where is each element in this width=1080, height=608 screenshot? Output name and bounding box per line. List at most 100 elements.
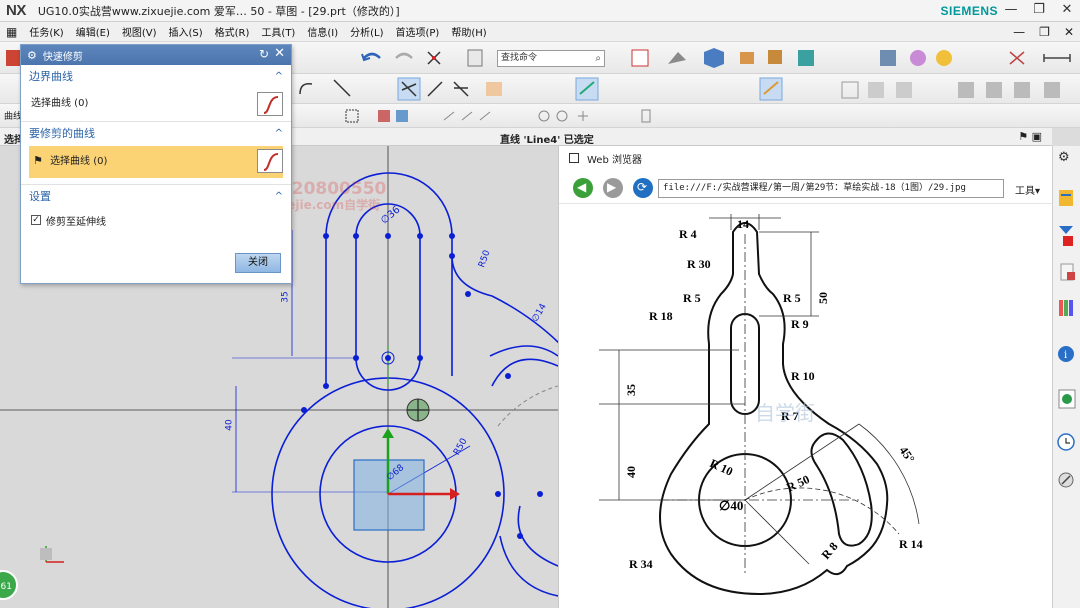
process-studio-icon[interactable] (1058, 472, 1074, 488)
constraint-navigator-icon[interactable] (1059, 226, 1073, 246)
chevron-up-icon[interactable]: ^ (275, 65, 283, 89)
box-select-icon[interactable] (345, 109, 359, 123)
lower-arc[interactable] (517, 505, 558, 567)
fit-view-icon[interactable] (631, 49, 649, 67)
stack-icon[interactable] (880, 50, 896, 66)
dim-40-label[interactable]: 40 (225, 419, 235, 430)
panel-pin-icon[interactable] (569, 153, 579, 163)
start-flag-icon[interactable] (6, 50, 20, 66)
settings-gear-icon[interactable]: ⚙ (1058, 150, 1070, 165)
r8-arc[interactable] (499, 535, 558, 597)
select-body-icon[interactable] (378, 110, 390, 122)
offset-curve-icon[interactable] (841, 81, 859, 99)
minimize-button[interactable]: — (1004, 2, 1018, 17)
layer-icon[interactable] (798, 50, 814, 66)
palette-icon[interactable] (910, 50, 926, 66)
gear-settings-icon[interactable] (936, 50, 952, 66)
render-style-icon[interactable] (668, 52, 686, 64)
outer-arc-right[interactable] (489, 345, 558, 357)
select-face-icon[interactable] (396, 110, 408, 122)
mirror-curve-icon[interactable] (896, 82, 912, 98)
window-title: UG10.0实战营www.zixuejie.com 爱军… 50 - 草图 - … (37, 4, 400, 18)
reset-icon[interactable]: ↻ (259, 47, 269, 61)
snap-off-icon[interactable] (641, 109, 651, 123)
grid-snap-icon[interactable] (1009, 51, 1025, 65)
browser-title: Web 浏览器 (587, 154, 642, 166)
dialog-title-bar[interactable]: ⚙ 快速修剪 ↻ ✕ (21, 45, 291, 65)
select-curve-button[interactable] (257, 149, 283, 173)
dim-r34: R 34 (629, 557, 653, 571)
snap-existing-icon[interactable] (578, 111, 588, 121)
menu-format[interactable]: 格式(R) (209, 24, 256, 39)
boundary-heading: 边界曲线 (29, 70, 73, 83)
chevron-up-icon[interactable]: ^ (275, 185, 283, 209)
make-corner-icon[interactable] (453, 81, 469, 97)
doc-minimize-button[interactable]: — (1013, 25, 1025, 39)
part-navigator-icon[interactable] (1060, 263, 1075, 281)
pattern-curve-icon[interactable] (868, 82, 884, 98)
menu-analysis[interactable]: 分析(L) (344, 24, 389, 39)
gear-icon[interactable]: ⚙ (27, 49, 37, 62)
doc-close-button[interactable]: ✕ (1064, 25, 1074, 39)
line-tool-icon[interactable] (333, 79, 351, 97)
snap-options-icons[interactable] (443, 111, 491, 121)
snap-point-icon[interactable] (427, 51, 441, 65)
trim-select-row[interactable]: ⚑ 选择曲线 (0) (29, 146, 283, 178)
measure-icon[interactable] (1043, 54, 1071, 62)
boundary-section-header[interactable]: 边界曲线 ^ (21, 65, 291, 89)
menu-insert[interactable]: 插入(S) (163, 24, 209, 39)
menu-view[interactable]: 视图(V) (116, 24, 163, 39)
trim-section-header[interactable]: 要修剪的曲线 ^ (21, 122, 291, 146)
menu-help[interactable]: 帮助(H) (445, 24, 492, 39)
fillet-icon[interactable] (486, 82, 502, 96)
edge-display-icon[interactable] (740, 52, 754, 64)
forward-button[interactable]: ▶ (603, 178, 623, 198)
quick-extend-icon[interactable] (427, 81, 443, 97)
reuse-library-icon[interactable] (1059, 300, 1073, 316)
intersection-icon[interactable] (958, 82, 974, 98)
close-window-button[interactable]: ✕ (1060, 2, 1074, 17)
menu-tools[interactable]: 工具(T) (255, 24, 301, 39)
settings-section-header[interactable]: 设置 ^ (21, 185, 291, 209)
web-browser-tab-icon[interactable] (1058, 389, 1076, 409)
chevron-up-icon[interactable]: ^ (275, 122, 283, 146)
status-flag-icon[interactable]: ⚑ ▣ (1018, 130, 1042, 143)
navigator-icon[interactable] (1059, 190, 1073, 206)
boundary-select-row[interactable]: 选择曲线 (0) (21, 89, 291, 121)
history-clock-icon[interactable] (1057, 433, 1075, 451)
snap-quadrant-icon[interactable] (556, 110, 568, 122)
close-button[interactable]: 关闭 (235, 253, 281, 273)
trim-to-extension-option[interactable]: ✓ 修剪至延伸线 (21, 209, 291, 231)
select-curve-button[interactable] (257, 92, 283, 116)
command-finder-icon[interactable] (467, 49, 483, 67)
dim-35-label[interactable]: 35 (281, 291, 291, 302)
back-button[interactable]: ◀ (573, 178, 593, 198)
profile-icon[interactable] (299, 82, 313, 95)
snap-center-icon[interactable] (538, 110, 550, 122)
menu-task[interactable]: 任务(K) (23, 24, 69, 39)
inner-arc-right[interactable] (491, 358, 558, 387)
undo-icon[interactable] (361, 52, 381, 62)
menu-info[interactable]: 信息(I) (301, 24, 344, 39)
trim-to-extension-checkbox[interactable]: ✓ (31, 215, 41, 225)
menu-preferences[interactable]: 首选项(P) (389, 24, 445, 39)
url-input[interactable]: file:///F:/实战营课程/第一周/第29节：草绘实战-18（1图）/29… (658, 179, 1004, 198)
menu-edit[interactable]: 编辑(E) (70, 24, 116, 39)
tools-menu-button[interactable]: 工具▾ (1015, 182, 1040, 197)
close-icon[interactable]: ✕ (274, 46, 285, 61)
command-search-input[interactable]: 查找命令 ⌕ (497, 50, 605, 67)
search-icon[interactable]: ⌕ (595, 51, 601, 66)
section-view-icon[interactable] (768, 50, 782, 64)
r10-arc[interactable] (451, 255, 558, 346)
add-existing-icon[interactable] (1044, 82, 1060, 98)
refresh-icon: ⟳ (637, 180, 648, 194)
derived-lines-icon[interactable] (1014, 82, 1030, 98)
redo-icon[interactable] (395, 52, 413, 59)
shaded-view-icon[interactable] (704, 48, 724, 68)
restore-button[interactable]: ❐ (1032, 2, 1046, 17)
project-curve-icon[interactable] (986, 82, 1002, 98)
app-menu-icon[interactable]: ▦ (6, 25, 17, 39)
refresh-button[interactable]: ⟳ (633, 178, 653, 198)
doc-restore-button[interactable]: ❐ (1039, 25, 1050, 39)
dim-r10-bottom: R 10 (708, 456, 735, 479)
